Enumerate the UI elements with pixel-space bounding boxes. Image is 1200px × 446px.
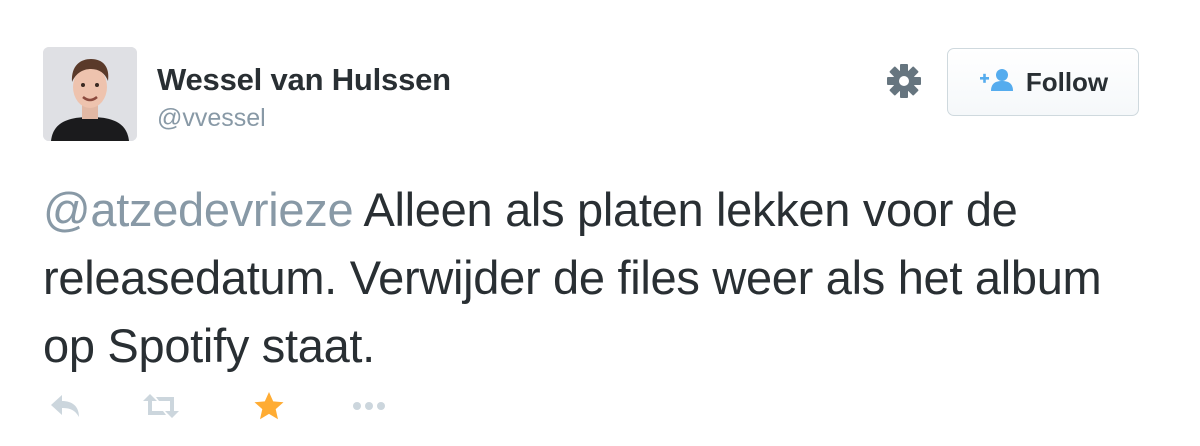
user-name[interactable]: Wessel van Hulssen <box>157 62 451 98</box>
retweet-icon <box>141 392 181 425</box>
retweet-button[interactable] <box>139 388 183 428</box>
more-dots-icon <box>349 399 389 417</box>
reply-button[interactable] <box>43 388 87 428</box>
gear-icon[interactable] <box>884 61 924 101</box>
star-icon <box>253 391 285 426</box>
user-handle[interactable]: @vvessel <box>157 104 266 133</box>
avatar[interactable] <box>43 47 137 141</box>
mention-link[interactable]: @atzedevrieze <box>43 183 354 236</box>
reply-icon <box>48 392 82 425</box>
more-button[interactable] <box>347 388 391 428</box>
favorite-button[interactable] <box>247 388 291 428</box>
follow-button[interactable]: Follow <box>947 48 1139 116</box>
follow-user-icon <box>978 67 1016 98</box>
avatar-photo <box>43 47 137 141</box>
follow-label: Follow <box>1025 66 1109 97</box>
tweet-text: @atzedevrieze Alleen als platen lekken v… <box>43 176 1163 380</box>
